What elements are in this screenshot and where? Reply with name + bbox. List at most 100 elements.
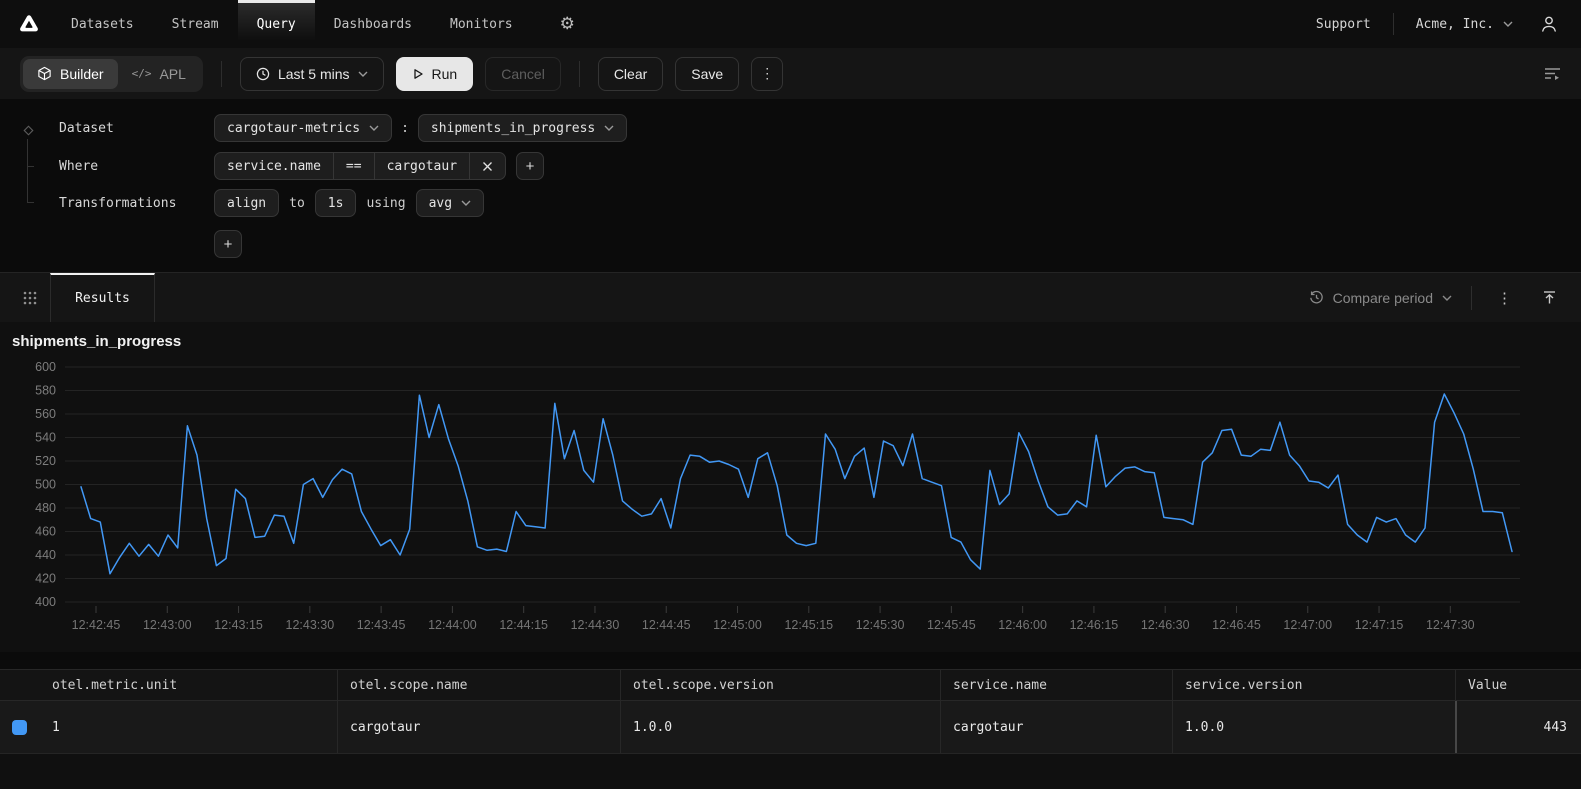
results-header-bar: Results Compare period ⋮ xyxy=(0,272,1581,322)
dataset-metric-separator: : xyxy=(401,121,409,136)
chart-title: shipments_in_progress xyxy=(12,333,181,350)
compare-history-icon xyxy=(1309,290,1324,305)
svg-text:600: 600 xyxy=(35,360,56,374)
top-nav: DatasetsStreamQueryDashboardsMonitors ⚙ … xyxy=(0,0,1581,48)
grid-handle-icon[interactable] xyxy=(22,290,38,306)
where-value[interactable]: cargotaur xyxy=(375,153,470,179)
svg-text:12:46:30: 12:46:30 xyxy=(1141,618,1190,632)
query-toolbar: Builder </> APL Last 5 mins Run Cancel C… xyxy=(0,48,1581,99)
column-header-value: Value xyxy=(1455,670,1581,700)
column-header-otel-metric-unit: otel.metric.unit xyxy=(40,670,337,700)
keyword-to: to xyxy=(289,196,305,211)
column-header-service-name: service.name xyxy=(940,670,1172,700)
toolbar-divider xyxy=(579,61,580,87)
transform-interval-chip[interactable]: 1s xyxy=(315,189,357,217)
add-filter-button[interactable]: + xyxy=(516,152,544,180)
where-operator[interactable]: == xyxy=(334,153,375,179)
svg-text:12:43:00: 12:43:00 xyxy=(143,618,192,632)
plus-icon: + xyxy=(224,236,233,253)
cancel-button[interactable]: Cancel xyxy=(485,57,561,91)
plus-icon: + xyxy=(526,158,535,175)
remove-filter-button[interactable] xyxy=(470,153,505,179)
svg-text:440: 440 xyxy=(35,548,56,562)
results-line-chart[interactable]: 60058056054052050048046044042040012:42:4… xyxy=(0,322,1581,652)
nav-item-datasets[interactable]: Datasets xyxy=(52,0,153,48)
results-chart-panel: shipments_in_progress 600580560540520500… xyxy=(0,322,1581,652)
nav-items: DatasetsStreamQueryDashboardsMonitors xyxy=(52,0,532,48)
nav-right: Support Acme, Inc. xyxy=(1316,13,1559,35)
builder-mode-label: Builder xyxy=(60,66,104,82)
more-options-button[interactable]: ⋮ xyxy=(751,57,783,91)
query-builder-panel: Dataset cargotaur-metrics : shipments_in… xyxy=(0,99,1581,272)
table-cell: 1 xyxy=(40,701,337,753)
support-link[interactable]: Support xyxy=(1316,17,1371,32)
section-gap xyxy=(0,652,1581,669)
time-range-value: Last 5 mins xyxy=(278,66,350,82)
svg-text:12:46:15: 12:46:15 xyxy=(1070,618,1119,632)
axiom-logo-icon[interactable] xyxy=(6,13,52,35)
svg-text:400: 400 xyxy=(35,595,56,609)
where-filter-group: service.name == cargotaur xyxy=(214,152,506,180)
save-button[interactable]: Save xyxy=(675,57,739,91)
where-label: Where xyxy=(59,159,214,174)
clear-button[interactable]: Clear xyxy=(598,57,663,91)
table-cell: 443 xyxy=(1455,701,1581,753)
table-header-row: otel.metric.unitotel.scope.nameotel.scop… xyxy=(0,669,1581,701)
results-more-options-button[interactable]: ⋮ xyxy=(1491,289,1518,307)
nav-item-query[interactable]: Query xyxy=(238,0,315,48)
svg-text:520: 520 xyxy=(35,454,56,468)
nav-divider xyxy=(1393,13,1394,35)
metric-select[interactable]: shipments_in_progress xyxy=(418,114,627,142)
svg-text:12:45:30: 12:45:30 xyxy=(856,618,905,632)
transformations-row: Transformations align to 1s using avg xyxy=(0,189,1581,217)
table-row[interactable]: 1cargotaur1.0.0cargotaur1.0.0443 xyxy=(0,701,1581,754)
chevron-down-icon xyxy=(369,125,379,131)
svg-text:12:45:00: 12:45:00 xyxy=(713,618,762,632)
compare-period-dropdown[interactable]: Compare period xyxy=(1309,290,1452,306)
results-bar-divider xyxy=(1471,286,1472,310)
transform-aggregation-select[interactable]: avg xyxy=(416,189,484,217)
collapse-panel-button[interactable] xyxy=(1542,290,1557,305)
app-window: DatasetsStreamQueryDashboardsMonitors ⚙ … xyxy=(0,0,1581,789)
query-list-toggle[interactable] xyxy=(1544,66,1561,81)
svg-text:12:42:45: 12:42:45 xyxy=(72,618,121,632)
svg-text:500: 500 xyxy=(35,478,56,492)
svg-text:12:46:00: 12:46:00 xyxy=(998,618,1047,632)
where-field[interactable]: service.name xyxy=(215,153,334,179)
svg-text:12:47:30: 12:47:30 xyxy=(1426,618,1475,632)
nav-item-monitors[interactable]: Monitors xyxy=(431,0,532,48)
settings-gear-icon[interactable]: ⚙ xyxy=(560,14,575,34)
svg-text:12:45:45: 12:45:45 xyxy=(927,618,976,632)
builder-mode-button[interactable]: Builder xyxy=(23,59,118,89)
user-account-icon[interactable] xyxy=(1539,14,1559,34)
transformations-label: Transformations xyxy=(59,196,214,211)
clock-icon xyxy=(256,67,270,81)
apl-mode-button[interactable]: </> APL xyxy=(118,59,200,89)
run-button[interactable]: Run xyxy=(396,57,474,91)
kebab-icon: ⋮ xyxy=(760,65,774,82)
org-switcher[interactable]: Acme, Inc. xyxy=(1416,17,1513,32)
transform-function-chip[interactable]: align xyxy=(214,189,279,217)
table-swatch-column-header xyxy=(0,670,40,700)
svg-text:12:47:15: 12:47:15 xyxy=(1355,618,1404,632)
nav-item-dashboards[interactable]: Dashboards xyxy=(315,0,431,48)
chevron-down-icon xyxy=(358,71,368,77)
svg-text:12:43:30: 12:43:30 xyxy=(286,618,335,632)
svg-text:12:45:15: 12:45:15 xyxy=(784,618,833,632)
code-icon: </> xyxy=(132,67,152,80)
compare-period-label: Compare period xyxy=(1333,290,1433,306)
nav-item-stream[interactable]: Stream xyxy=(153,0,238,48)
kebab-icon: ⋮ xyxy=(1497,290,1512,307)
tab-results[interactable]: Results xyxy=(50,273,155,323)
svg-text:560: 560 xyxy=(35,407,56,421)
time-range-dropdown[interactable]: Last 5 mins xyxy=(240,57,384,91)
results-table: otel.metric.unitotel.scope.nameotel.scop… xyxy=(0,669,1581,789)
svg-text:12:44:15: 12:44:15 xyxy=(499,618,548,632)
dataset-select[interactable]: cargotaur-metrics xyxy=(214,114,392,142)
svg-text:12:44:00: 12:44:00 xyxy=(428,618,477,632)
add-transformation-row: + xyxy=(214,230,1581,258)
add-transformation-button[interactable]: + xyxy=(214,230,242,258)
svg-text:580: 580 xyxy=(35,384,56,398)
table-cell: 1.0.0 xyxy=(1172,701,1455,753)
keyword-using: using xyxy=(366,196,405,211)
